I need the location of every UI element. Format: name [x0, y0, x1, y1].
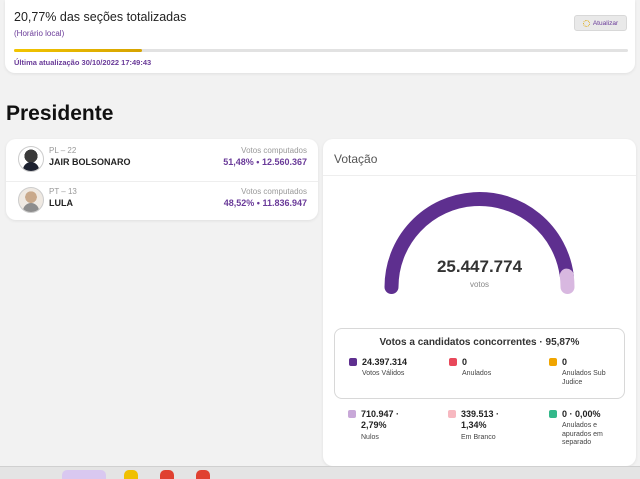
legend-swatch — [549, 410, 557, 418]
stat-label: Anulados — [462, 370, 492, 377]
candidate-name: LULA — [49, 198, 73, 208]
legend-swatch — [348, 410, 356, 418]
candidate-party: PT – 13 — [49, 187, 77, 196]
stat-value: 339.513 · 1,34% — [461, 409, 500, 430]
votes-computed-label: Votos computados — [241, 187, 307, 196]
legend-swatch — [449, 358, 457, 366]
total-votes-label: votos — [469, 280, 490, 289]
stat-label: Nulos — [361, 434, 379, 441]
candidate-votes: 51,48% • 12.560.367 — [223, 157, 307, 167]
candidate-name: JAIR BOLSONARO — [49, 157, 131, 167]
votes-summary-title: Votos a candidatos concorrentes · 95,87% — [379, 337, 580, 348]
totalization-progress-fill — [14, 49, 142, 52]
update-button[interactable]: Atualizar — [574, 15, 627, 31]
votacao-card: Votação 25.447.774 votos Votos a candida… — [323, 139, 636, 466]
last-update: Última atualização 30/10/2022 17:49:43 — [14, 58, 152, 67]
local-time-note: (Horário local) — [14, 29, 65, 38]
os-taskbar — [0, 466, 640, 479]
refresh-icon — [582, 19, 590, 27]
totalization-header: 20,77% das seções totalizadas (Horário l… — [5, 0, 635, 73]
total-votes: 25.447.774 — [436, 257, 523, 276]
stat-value: 24.397.314 — [362, 357, 408, 367]
stat-value: 0 — [462, 357, 468, 367]
votes-summary-box: Votos a candidatos concorrentes · 95,87%… — [334, 328, 625, 399]
votacao-title: Votação — [334, 152, 378, 166]
avatar — [18, 187, 44, 213]
legend-swatch — [349, 358, 357, 366]
legend-swatch — [549, 358, 557, 366]
candidate-row-lula[interactable]: PT – 13 LULA Votos computados 48,52% • 1… — [6, 181, 318, 222]
candidate-party: PL – 22 — [49, 146, 77, 155]
sections-totalized-title: 20,77% das seções totalizadas — [14, 10, 187, 24]
avatar — [18, 146, 44, 172]
candidate-votes: 48,52% • 11.836.947 — [223, 198, 307, 208]
votes-computed-label: Votos computados — [241, 146, 307, 155]
stat-label: Anulados Sub Judice — [562, 370, 606, 386]
update-button-label: Atualizar — [592, 19, 619, 27]
stat-label: Em Branco — [461, 434, 496, 441]
stat-label: Anulados e apurados em separado — [562, 422, 603, 446]
page-title: Presidente — [6, 102, 114, 125]
stat-value: 710.947 · 2,79% — [361, 409, 400, 430]
candidate-row-bolsonaro[interactable]: PL – 22 JAIR BOLSONARO Votos computados … — [6, 141, 318, 181]
stat-label: Votos Válidos — [362, 370, 405, 377]
stat-value: 0 — [562, 357, 568, 367]
divider — [323, 175, 636, 176]
totalization-progress-bar — [14, 49, 628, 52]
candidates-card: PL – 22 JAIR BOLSONARO Votos computados … — [6, 139, 318, 220]
stat-value: 0 · 0,00% — [562, 409, 601, 419]
legend-swatch — [448, 410, 456, 418]
